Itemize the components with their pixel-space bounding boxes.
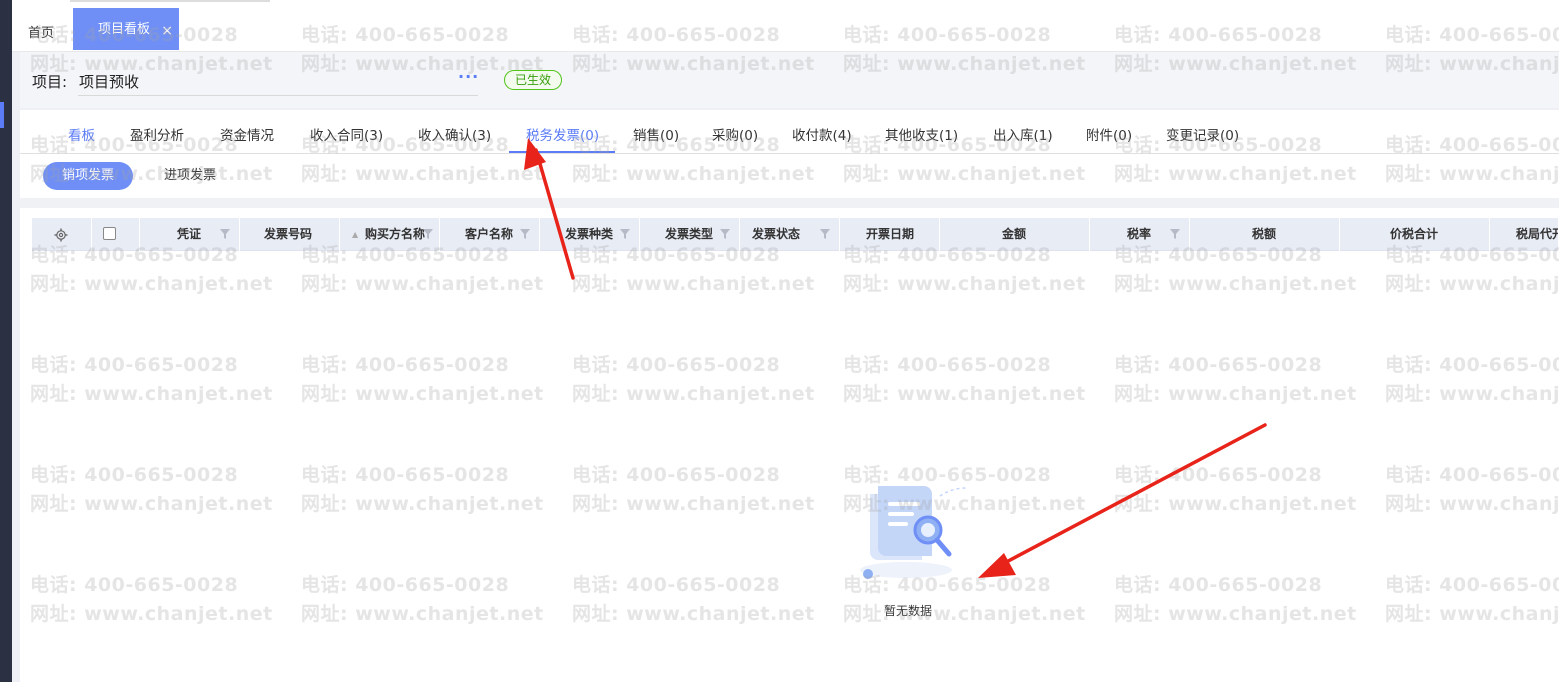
main-panel: 看板 盈利分析 资金情况 收入合同(3) 收入确认(3) 税务发票(0) 销售(…	[20, 110, 1559, 682]
select-all-cell	[92, 218, 140, 251]
tab-inventory-io[interactable]: 出入库(1)	[993, 124, 1053, 144]
tab-board[interactable]: 看板	[68, 124, 95, 144]
filter-icon[interactable]	[423, 229, 433, 239]
tab-receipts-payments[interactable]: 收付款(4)	[792, 124, 852, 144]
column-invoice-date[interactable]: 开票日期	[840, 218, 940, 251]
status-badge: 已生效	[504, 70, 562, 90]
table-header: 凭证 发票号码 ▲ 购买方名称 客户名称 发票种类 发票类型 发票状态 开票日期	[32, 218, 1559, 251]
active-tab-underline	[509, 151, 615, 153]
column-customer-name[interactable]: 客户名称	[440, 218, 540, 251]
project-field-underline	[78, 95, 478, 96]
column-label: 购买方名称	[365, 227, 426, 241]
sort-icon[interactable]: ▲	[352, 218, 358, 251]
filter-icon[interactable]	[820, 229, 830, 239]
section-divider	[20, 198, 1559, 208]
column-label: 发票号码	[264, 227, 313, 241]
filter-icon[interactable]	[520, 229, 530, 239]
filter-icon[interactable]	[220, 229, 230, 239]
tab-change-log[interactable]: 变更记录(0)	[1166, 124, 1239, 144]
column-label: 凭证	[177, 227, 202, 241]
purchase-invoice-button[interactable]: 进项发票	[150, 162, 230, 190]
column-voucher[interactable]: 凭证	[140, 218, 240, 251]
column-label: 金额	[1002, 227, 1027, 241]
column-label: 税局代开	[1516, 227, 1558, 241]
column-label: 发票状态	[752, 227, 801, 241]
left-nav-active-marker	[0, 102, 4, 128]
column-buyer-name[interactable]: ▲ 购买方名称	[340, 218, 440, 251]
column-tax-bureau-issued[interactable]: 税局代开	[1490, 218, 1559, 251]
column-label: 客户名称	[465, 227, 514, 241]
column-invoice-kind[interactable]: 发票种类	[540, 218, 640, 251]
tab-sales[interactable]: 销售(0)	[633, 124, 679, 144]
column-label: 税额	[1252, 227, 1277, 241]
tab-funds[interactable]: 资金情况	[220, 124, 274, 144]
column-total-with-tax[interactable]: 价税合计	[1340, 218, 1490, 251]
empty-data-illustration	[860, 486, 967, 579]
tab-attachments[interactable]: 附件(0)	[1086, 124, 1132, 144]
select-all-checkbox[interactable]	[103, 227, 116, 240]
gear-icon[interactable]	[54, 228, 68, 242]
tab-income-contract[interactable]: 收入合同(3)	[310, 124, 383, 144]
tab-project-board[interactable]: 项目看板 ×	[73, 8, 179, 50]
filter-icon[interactable]	[1170, 229, 1180, 239]
column-invoice-number[interactable]: 发票号码	[240, 218, 340, 251]
tab-purchase[interactable]: 采购(0)	[712, 124, 758, 144]
tab-home[interactable]: 首页	[28, 22, 54, 41]
close-icon[interactable]: ×	[161, 9, 173, 53]
sales-invoice-button[interactable]: 销项发票	[43, 162, 133, 190]
tab-profit-analysis[interactable]: 盈利分析	[130, 124, 184, 144]
project-name[interactable]: 项目预收	[79, 71, 139, 92]
column-label: 开票日期	[866, 227, 915, 241]
column-tax-amount[interactable]: 税额	[1190, 218, 1340, 251]
filter-icon[interactable]	[620, 229, 630, 239]
page-tab-bar: 首页 项目看板 ×	[12, 0, 1559, 52]
column-amount[interactable]: 金额	[940, 218, 1090, 251]
project-header: 项目: 项目预收 ··· 已生效	[20, 52, 1559, 108]
tab-other-income-expense[interactable]: 其他收支(1)	[885, 124, 958, 144]
column-tax-rate[interactable]: 税率	[1090, 218, 1190, 251]
column-label: 发票种类	[565, 227, 614, 241]
tab-project-board-label: 项目看板	[98, 22, 151, 37]
left-nav-rail	[0, 0, 12, 682]
column-label: 价税合计	[1390, 227, 1439, 241]
column-label: 发票类型	[665, 227, 714, 241]
empty-state-text: 暂无数据	[884, 604, 933, 618]
filter-icon[interactable]	[720, 229, 730, 239]
tab-income-confirm[interactable]: 收入确认(3)	[418, 124, 491, 144]
column-invoice-type[interactable]: 发票类型	[640, 218, 740, 251]
project-subtabs: 看板 盈利分析 资金情况 收入合同(3) 收入确认(3) 税务发票(0) 销售(…	[20, 110, 1559, 154]
project-label: 项目:	[32, 73, 68, 91]
tab-bar-topline	[70, 0, 270, 2]
column-invoice-status[interactable]: 发票状态	[740, 218, 840, 251]
more-icon[interactable]: ···	[458, 67, 479, 86]
column-settings-cell[interactable]	[32, 218, 92, 251]
column-label: 税率	[1127, 227, 1152, 241]
tab-tax-invoice[interactable]: 税务发票(0)	[526, 124, 599, 144]
